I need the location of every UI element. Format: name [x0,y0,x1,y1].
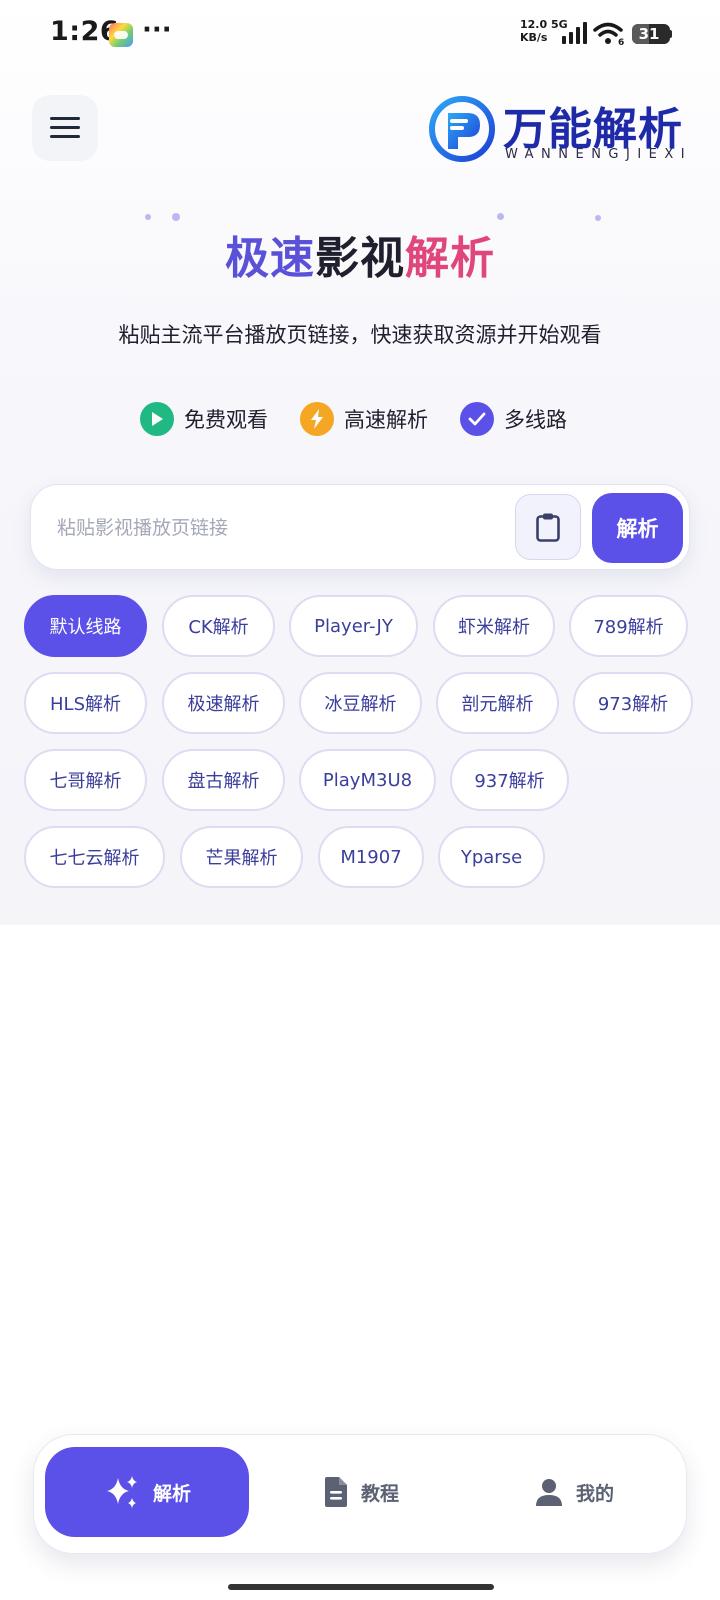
line-chip[interactable]: 盘古解析 [162,749,285,811]
line-chip[interactable]: 芒果解析 [180,826,303,888]
hero-title-part3: 解析 [405,233,495,284]
line-chip[interactable]: Yparse [438,826,545,888]
line-chip[interactable]: Player-JY [289,595,418,657]
signal-icon [562,22,587,44]
line-chip[interactable]: PlayM3U8 [299,749,436,811]
decor-dot [497,213,504,220]
wifi-level: 6 [618,38,624,46]
lightning-icon [300,402,334,436]
battery-icon: 31 [632,24,670,44]
hamburger-menu-icon [50,117,80,139]
status-bar: 1:26 ··· 12.0 5G KB/s 6 31 [0,0,720,70]
line-chip[interactable]: 虾米解析 [433,595,555,657]
menu-button[interactable] [32,95,98,161]
line-chip[interactable]: CK解析 [162,595,275,657]
line-chip[interactable]: 剖元解析 [436,672,559,734]
net-speed-value: 12.0 [520,18,548,31]
hero-title-part1: 极速 [225,233,315,284]
brand-logo-icon [429,96,495,162]
more-notifications-icon: ··· [142,15,172,45]
decor-dot [595,215,601,221]
play-circle-icon [140,402,174,436]
url-input[interactable] [57,507,517,549]
feature-label: 免费观看 [184,408,268,432]
nav-tab-parse[interactable]: 解析 [45,1447,249,1537]
wifi-icon: 6 [593,22,624,46]
line-chip-default[interactable]: 默认线路 [24,595,147,657]
sparkle-icon [106,1476,137,1508]
line-chip[interactable]: 789解析 [569,595,688,657]
line-chip[interactable]: 937解析 [450,749,569,811]
feature-free: 免费观看 [140,402,268,436]
decor-dot [172,213,180,221]
user-icon [535,1479,562,1506]
line-chip[interactable]: 973解析 [573,672,693,734]
net-speed-unit: KB/s [520,31,548,44]
nav-tab-tutorial[interactable]: 教程 [259,1447,463,1537]
paste-button[interactable] [515,494,581,560]
feature-fast: 高速解析 [300,402,428,436]
battery-tip [668,30,672,38]
line-chip[interactable]: 极速解析 [162,672,285,734]
hero-subtitle: 粘贴主流平台播放页链接，快速获取资源并开始观看 [118,323,602,347]
nav-tab-profile[interactable]: 我的 [472,1447,676,1537]
nav-label: 解析 [152,1482,191,1505]
parse-button[interactable]: 解析 [592,493,683,563]
line-chip[interactable]: 七七云解析 [24,826,165,888]
document-icon [324,1477,347,1507]
decor-dot [145,214,151,220]
home-indicator [228,1584,494,1590]
net-speed: 12.0 5G KB/s [520,18,568,44]
check-circle-icon [460,402,494,436]
bottom-nav: 解析 教程 我的 [33,1434,687,1554]
nav-label: 教程 [360,1482,399,1505]
line-chip[interactable]: M1907 [318,826,424,888]
feature-label: 多线路 [504,408,567,432]
battery-level: 31 [638,25,660,43]
brand-subtitle: WANNENGJIEXI [505,147,693,162]
game-app-icon [109,23,133,47]
clipboard-icon [536,513,560,542]
line-chip[interactable]: HLS解析 [24,672,147,734]
hero-title: 极速影视解析 [0,222,720,286]
feature-label: 高速解析 [344,408,428,432]
feature-list: 免费观看 高速解析 多线路 [140,401,599,437]
line-chip[interactable]: 七哥解析 [24,749,147,811]
hero-title-part2: 影视 [315,233,405,284]
line-chip[interactable]: 冰豆解析 [299,672,422,734]
nav-label: 我的 [575,1482,614,1505]
feature-multiline: 多线路 [460,402,567,436]
url-search-box: 解析 [30,484,690,570]
